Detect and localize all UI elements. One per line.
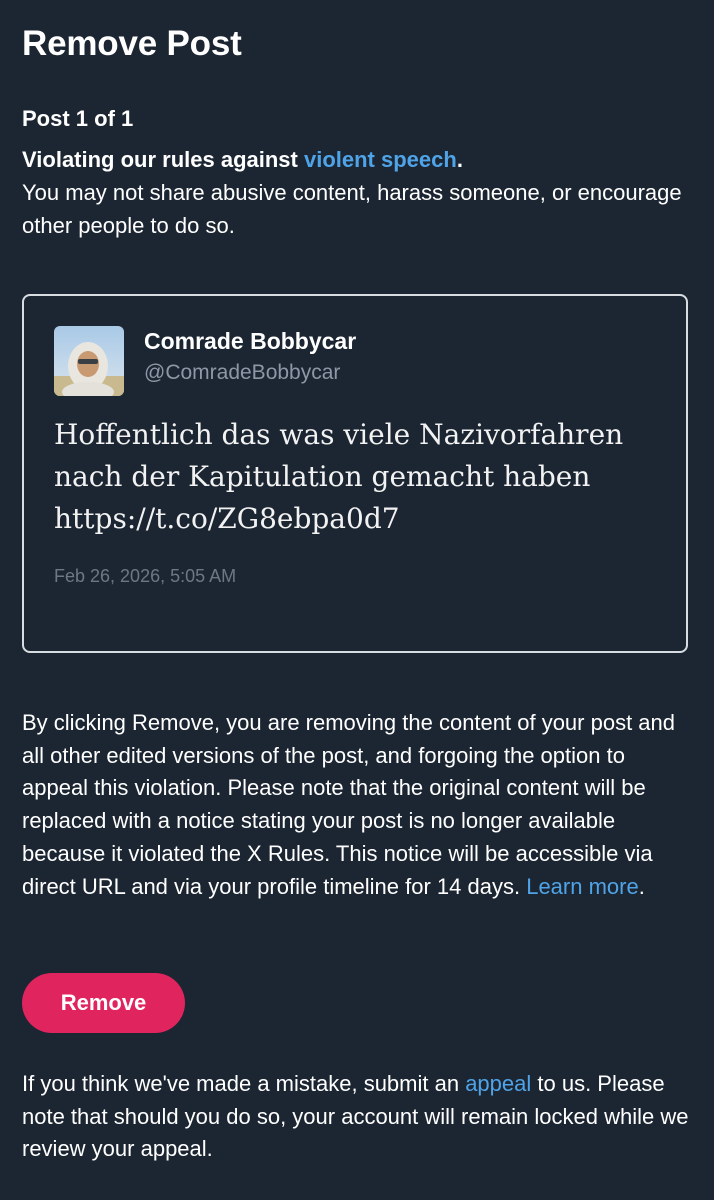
- post-text: Hoffentlich das was viele Nazivorfahren …: [54, 418, 624, 535]
- post-card: Comrade Bobbycar @ComradeBobbycar Hoffen…: [22, 294, 688, 653]
- remove-post-page: Remove Post Post 1 of 1 Violating our ru…: [0, 0, 714, 1200]
- violation-heading: Violating our rules against violent spee…: [22, 143, 692, 176]
- post-counter: Post 1 of 1: [22, 106, 134, 131]
- appeal-info: If you think we've made a mistake, submi…: [22, 1068, 692, 1166]
- post-author-name[interactable]: Comrade Bobbycar: [144, 326, 356, 356]
- violation-info: Violating our rules against violent spee…: [22, 143, 692, 242]
- appeal-link[interactable]: appeal: [465, 1071, 531, 1096]
- learn-more-link[interactable]: Learn more: [526, 874, 639, 899]
- avatar: [54, 326, 124, 396]
- page-title: Remove Post: [22, 24, 242, 63]
- remove-button[interactable]: Remove: [22, 973, 185, 1033]
- violation-heading-prefix: Violating our rules against: [22, 147, 304, 172]
- disclaimer-end: .: [638, 873, 645, 899]
- disclaimer-text: By clicking Remove, you are removing the…: [22, 710, 676, 899]
- removal-disclaimer: By clicking Remove, you are removing the…: [22, 707, 692, 903]
- violent-speech-link[interactable]: violent speech: [304, 147, 457, 172]
- profile-photo-icon: [54, 326, 124, 396]
- violation-heading-suffix: .: [456, 147, 463, 172]
- appeal-prefix: If you think we've made a mistake, submi…: [22, 1071, 466, 1096]
- post-timestamp: Feb 26, 2026, 5:05 AM: [54, 566, 237, 586]
- post-author-handle[interactable]: @ComradeBobbycar: [144, 359, 340, 387]
- violation-description: You may not share abusive content, haras…: [22, 180, 682, 238]
